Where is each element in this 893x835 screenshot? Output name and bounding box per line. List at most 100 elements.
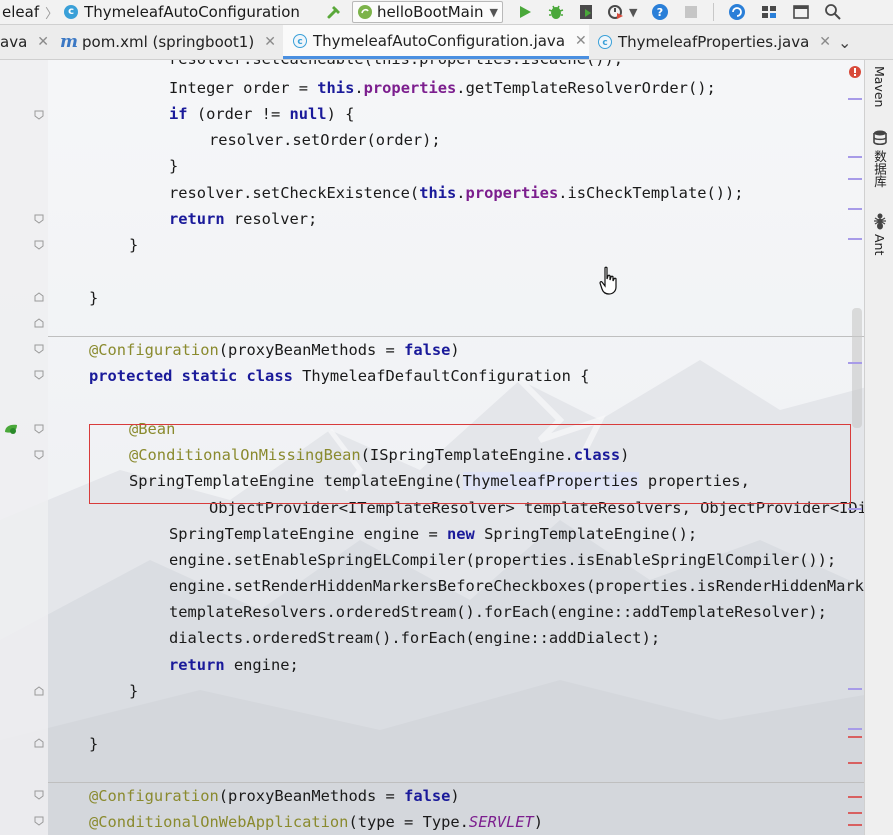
run-config-app-icon [357,4,373,20]
project-structure-icon[interactable] [760,1,778,23]
change-mark[interactable] [848,156,862,158]
error-indicator-icon[interactable] [848,65,862,79]
change-mark[interactable] [848,508,862,510]
close-icon[interactable]: ✕ [37,34,49,50]
error-mark[interactable] [848,812,862,814]
chevron-right-icon: 〉 [45,6,59,22]
code-line: templateResolvers.orderedStream().forEac… [169,603,827,621]
tab-list-dropdown[interactable]: ⌄ [838,25,858,59]
method-separator-line [48,782,864,783]
method-separator-line [48,336,864,337]
code-line: if (order != null) { [169,105,355,123]
change-mark[interactable] [848,178,862,180]
editor-tab-bar: ava ✕ m pom.xml (springboot1) ✕ c Thymel… [0,25,893,60]
error-mark[interactable] [848,736,862,738]
close-icon[interactable]: ✕ [819,34,831,50]
code-line: } [169,157,179,175]
help-icon[interactable]: ? [651,1,669,23]
code-line: @ConditionalOnWebApplication(type = Type… [89,813,544,831]
stop-icon[interactable] [683,1,699,23]
code-line: } [129,682,139,700]
code-line: SpringTemplateEngine engine = new Spring… [169,525,698,543]
code-line: return engine; [169,656,299,674]
change-mark[interactable] [848,238,862,240]
code-line: @Configuration(proxyBeanMethods = false) [89,341,460,359]
search-icon[interactable] [824,1,842,23]
breadcrumb-item-folder[interactable]: eleaf [2,3,39,21]
tab-label: ThymeleafAutoConfiguration.java [313,31,566,50]
code-line: engine.setEnableSpringELCompiler(propert… [169,551,837,569]
code-line: Integer order = this.properties.getTempl… [169,79,716,97]
database-icon[interactable] [870,130,890,146]
debug-icon[interactable] [547,1,565,23]
fold-end-icon[interactable] [34,686,44,696]
tool-window-database[interactable]: 数据库 [865,150,893,194]
code-line: engine.setRenderHiddenMarkersBeforeCheck… [169,577,864,595]
code-line: ObjectProvider<ITemplateResolver> templa… [209,499,864,517]
breadcrumb-item-class[interactable]: ThymeleafAutoConfiguration [84,3,300,21]
code-line: resolver.setCacheable(this.properties.is… [169,60,623,72]
fold-start-icon[interactable] [34,424,44,434]
build-hammer-icon[interactable] [326,1,344,23]
error-mark[interactable] [848,796,862,798]
tool-window-maven[interactable]: Maven [865,66,893,108]
fold-end-icon[interactable] [34,214,44,224]
change-mark[interactable] [848,362,862,364]
scrollbar-thumb[interactable] [852,308,862,428]
change-mark[interactable] [848,688,862,690]
coverage-icon[interactable] [577,1,595,23]
hand-cursor-icon [599,266,617,295]
fold-end-icon[interactable] [34,318,44,328]
code-line: } [89,735,99,753]
error-mark[interactable] [848,824,862,826]
chevron-down-icon[interactable]: ▼ [629,6,637,19]
code-line: dialects.orderedStream().forEach(engine:… [169,629,661,647]
run-icon[interactable] [517,1,533,23]
fold-start-icon[interactable] [34,816,44,826]
code-line: } [89,289,99,307]
class-icon: c [293,33,307,48]
close-icon[interactable]: ✕ [575,33,587,49]
tab-thymeleaf-auto-configuration[interactable]: c ThymeleafAutoConfiguration.java ✕ [283,25,589,59]
code-line: return resolver; [169,210,318,228]
change-mark[interactable] [848,728,862,730]
code-line: @ConditionalOnMissingBean(ISpringTemplat… [129,446,630,464]
run-config-name: helloBootMain [376,3,484,21]
tool-window-ant[interactable]: Ant [865,234,893,262]
breadcrumb: eleaf 〉 c ThymeleafAutoConfiguration [2,0,300,24]
error-mark[interactable] [848,762,862,764]
fold-end-icon[interactable] [34,292,44,302]
navigation-bar: eleaf 〉 c ThymeleafAutoConfiguration hel… [0,0,893,25]
bean-gutter-icon[interactable] [3,422,19,436]
ant-icon[interactable] [870,212,890,230]
change-mark[interactable] [848,208,862,210]
fold-start-icon[interactable] [34,790,44,800]
update-icon[interactable] [728,1,746,23]
tab-pom-xml[interactable]: m pom.xml (springboot1) ✕ [60,25,282,59]
tab-label: ava [0,33,28,51]
maven-file-icon: m [60,32,78,52]
close-icon[interactable]: ✕ [264,34,276,50]
editor-gutter [0,60,48,835]
fold-end-icon[interactable] [34,240,44,250]
fold-start-icon[interactable] [34,370,44,380]
tab-label: pom.xml (springboot1) [82,33,255,51]
window-layout-icon[interactable] [792,1,810,23]
code-editor[interactable]: resolver.setCacheable(this.properties.is… [48,60,864,835]
fold-start-icon[interactable] [34,450,44,460]
class-icon: c [64,5,79,19]
tab-thymeleaf-properties[interactable]: c ThymeleafProperties.java ✕ [590,25,838,59]
tab-java-file[interactable]: ava ✕ [0,25,54,59]
editor-scroll-marks[interactable] [840,60,864,835]
fold-end-icon[interactable] [34,110,44,120]
code-line: SpringTemplateEngine templateEngine(Thym… [129,472,750,490]
fold-start-icon[interactable] [34,344,44,354]
change-mark[interactable] [848,98,862,100]
class-icon: c [598,35,612,49]
fold-end-icon[interactable] [34,738,44,748]
right-tool-window-bar: m Maven 数据库 Ant [864,40,893,835]
toolbar-divider [713,3,715,21]
profiler-icon[interactable] [607,1,625,23]
code-line: @Bean [129,420,176,438]
run-configuration-select[interactable]: helloBootMain ▼ [351,1,503,23]
